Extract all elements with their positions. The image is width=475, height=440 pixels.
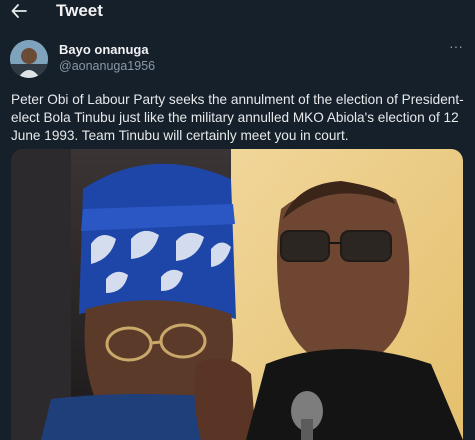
more-button[interactable]: ···	[446, 38, 466, 55]
tweet-photo[interactable]	[11, 149, 463, 440]
arrow-left-icon	[11, 4, 27, 18]
more-horizontal-icon: ···	[449, 38, 463, 54]
tweet-text: Peter Obi of Labour Party seeks the annu…	[11, 92, 464, 143]
top-bar: Tweet	[0, 0, 475, 22]
back-button[interactable]	[10, 2, 28, 20]
page-title: Tweet	[56, 1, 103, 20]
author-name[interactable]: Bayo onanuga	[59, 42, 149, 57]
author-handle[interactable]: @aonanuga1956	[59, 59, 155, 73]
avatar[interactable]	[10, 40, 48, 78]
